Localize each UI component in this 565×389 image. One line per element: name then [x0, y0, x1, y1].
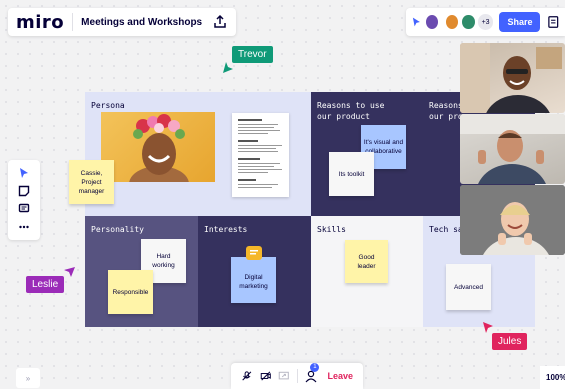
zoom-level[interactable]: 100% — [540, 366, 565, 389]
video-tile-participant-3[interactable] — [460, 185, 565, 255]
cursor-leslie-pointer — [64, 267, 75, 277]
avatar-overflow-count[interactable]: +3 — [477, 14, 494, 30]
persona-document[interactable] — [232, 113, 289, 197]
sticky-cassie[interactable]: Cassie, Project manager — [69, 160, 114, 204]
cursor-jules-pointer — [483, 322, 493, 333]
sticky-toolkit[interactable]: Its toolkit — [329, 152, 374, 196]
avatar[interactable] — [461, 14, 476, 30]
board-title[interactable]: Meetings and Workshops — [81, 17, 202, 28]
cursor-leslie-label: Leslie — [26, 276, 65, 293]
frame-reasons-title: Reasons to use our product — [317, 101, 385, 121]
comment-icon[interactable] — [246, 246, 262, 260]
avatar[interactable] — [424, 14, 440, 30]
share-button[interactable]: Share — [499, 12, 541, 32]
leave-button[interactable]: Leave — [327, 371, 353, 381]
sticky-responsible[interactable]: Responsible — [108, 270, 153, 314]
video-tile-participant-1[interactable] — [460, 43, 565, 113]
mic-off-icon[interactable] — [241, 369, 253, 383]
divider — [72, 13, 74, 31]
left-toolbar — [8, 160, 40, 240]
video-tile-participant-2[interactable] — [460, 114, 565, 184]
miro-logo[interactable]: miro — [16, 12, 64, 33]
export-icon[interactable] — [212, 14, 228, 30]
sticky-advanced[interactable]: Advanced — [446, 264, 491, 310]
expand-panel-button[interactable]: » — [16, 368, 40, 388]
select-tool-icon[interactable] — [18, 167, 30, 179]
notes-icon[interactable] — [548, 15, 559, 29]
screen-share-icon[interactable] — [278, 369, 290, 383]
avatar[interactable] — [445, 14, 460, 30]
call-controls-bar: 1 Leave — [231, 363, 363, 389]
more-tools-icon[interactable] — [18, 221, 30, 233]
cursor-jules-label: Jules — [492, 333, 528, 350]
top-right-bar: +3 Share — [406, 8, 565, 36]
sticky-note-tool-icon[interactable] — [18, 185, 30, 197]
video-call-panel — [460, 40, 565, 255]
camera-off-icon[interactable] — [260, 369, 272, 383]
divider — [296, 369, 298, 383]
frame-persona-title: Persona — [91, 101, 125, 110]
sticky-good-leader[interactable]: Good leader — [345, 240, 388, 283]
frame-skills-title: Skills — [317, 225, 346, 234]
frame-personality-title: Personality — [91, 225, 144, 234]
reaction-icon[interactable] — [412, 16, 421, 28]
frame-reasons-2-title: Reasons our pro — [429, 101, 463, 121]
persona-photo[interactable] — [101, 112, 215, 182]
comment-tool-icon[interactable] — [18, 203, 30, 215]
cursor-trevor-label: Trevor — [232, 46, 273, 63]
top-bar: miro Meetings and Workshops — [8, 8, 237, 36]
cursor-trevor-pointer — [223, 62, 233, 73]
participants-button[interactable]: 1 — [304, 363, 320, 383]
sticky-digital-marketing[interactable]: Digital marketing — [231, 257, 276, 303]
frame-interests-title: Interests — [204, 225, 248, 234]
